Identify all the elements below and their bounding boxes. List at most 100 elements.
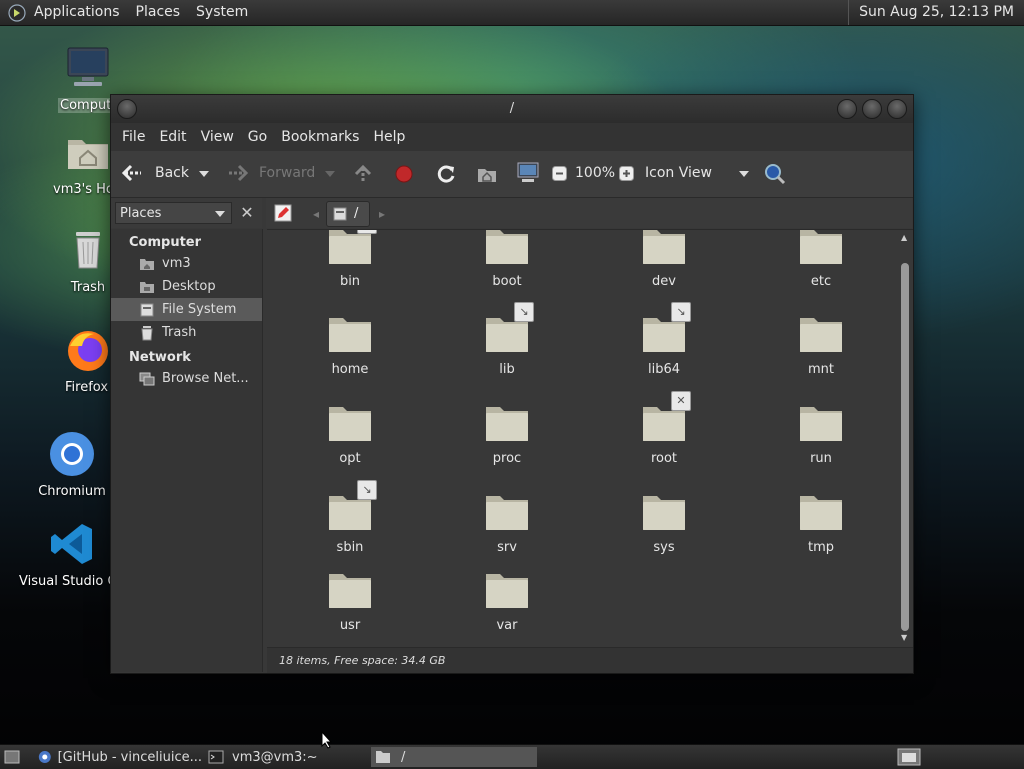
sidebar-type-label: Places [120,206,162,221]
network-icon [139,372,155,385]
folder-icon: ↘ [641,302,691,354]
close-icon: ✕ [240,203,254,222]
firefox-icon [68,331,108,371]
folder-label: run [810,451,832,466]
sidebar-item-file-system[interactable]: File System [111,298,262,321]
close-sidebar-button[interactable]: ✕ [236,202,258,224]
folder-icon: ↘ [327,480,377,532]
places-menu[interactable]: Places [128,0,189,25]
zoom-out-icon[interactable] [552,166,567,181]
up-arrow-icon[interactable] [353,164,373,184]
desktop-icon-label: Visual Studio Code [19,574,111,589]
menu-file[interactable]: File [115,129,152,145]
forward-label: Forward [259,165,316,181]
folder-usr[interactable]: usr [280,572,420,633]
path-scroll-left-icon[interactable]: ◂ [313,207,319,221]
folder-run[interactable]: run [751,405,891,466]
reload-icon[interactable] [435,163,457,185]
show-desktop-icon[interactable] [4,749,20,765]
symlink-emblem-icon: ↘ [357,230,377,234]
filesystem-icon [140,303,154,316]
folder-lib64[interactable]: ↘ lib64 [594,302,734,377]
scroll-down-icon[interactable]: ▼ [901,633,907,642]
desktop-icon-label: Firefox [65,380,109,395]
folder-dev[interactable]: dev [594,230,734,289]
folder-var[interactable]: var [437,572,577,633]
sidebar-header: Places ✕ [111,198,262,228]
chromium-icon [50,432,94,476]
folder-label: lib [499,362,515,377]
scrollbar-thumb[interactable] [901,263,909,631]
window-titlebar[interactable]: / [111,95,913,123]
menu-edit[interactable]: Edit [152,129,193,145]
mouse-cursor-icon [321,731,333,749]
task-github-browser[interactable]: [GitHub - vinceliuice... [36,747,202,767]
icon-view[interactable]: ↘ bin boot dev etc home ↘ lib ↘ lib64 mnt opt proc ✕ r… [267,229,913,648]
folder-icon [327,316,373,354]
workspace-switcher-icon[interactable] [897,748,921,766]
symlink-emblem-icon: ↘ [357,480,377,500]
folder-home[interactable]: home [280,316,420,377]
folder-boot[interactable]: boot [437,230,577,289]
sidebar-type-select[interactable]: Places [115,202,232,224]
folder-label: boot [492,274,522,289]
system-menu[interactable]: System [188,0,256,25]
folder-icon [327,572,373,610]
sidebar-item-browse-network[interactable]: Browse Net... [111,367,262,390]
path-scroll-right-icon[interactable]: ▸ [379,207,385,221]
edit-location-icon[interactable] [274,204,292,222]
folder-proc[interactable]: proc [437,405,577,466]
task-label: [GitHub - vinceliuice... [57,749,202,765]
desktop-folder-icon [140,281,154,293]
sidebar-item-vm3[interactable]: vm3 [111,252,262,275]
folder-icon [376,751,390,763]
folder-bin[interactable]: ↘ bin [280,230,420,289]
sidebar-item-trash[interactable]: Trash [111,321,262,344]
back-history-dropdown[interactable] [199,171,209,177]
folder-mnt[interactable]: mnt [751,316,891,377]
maximize-button[interactable] [862,99,882,119]
task-terminal[interactable]: vm3@vm3:~ [206,747,366,767]
clock[interactable]: Sun Aug 25, 12:13 PM [848,0,1014,25]
minimize-button[interactable] [837,99,857,119]
back-button[interactable]: Back [121,163,189,183]
home-folder-icon [140,258,154,270]
forward-history-dropdown[interactable] [325,171,335,177]
folder-tmp[interactable]: tmp [751,494,891,555]
sidebar-item-desktop[interactable]: Desktop [111,275,262,298]
close-button[interactable] [887,99,907,119]
computer-toolbar-icon[interactable] [516,162,540,184]
folder-lib[interactable]: ↘ lib [437,302,577,377]
folder-icon [641,494,687,532]
search-icon[interactable] [763,162,787,186]
folder-label: root [650,451,678,466]
filesystem-icon [333,207,347,221]
folder-root[interactable]: ✕ root [594,391,734,466]
folder-srv[interactable]: srv [437,494,577,555]
vertical-scrollbar[interactable]: ▲ ▼ [901,233,909,645]
menu-view[interactable]: View [194,129,241,145]
symlink-emblem-icon: ↘ [514,302,534,322]
menu-go[interactable]: Go [241,129,274,145]
home-icon[interactable] [476,164,498,184]
menu-help[interactable]: Help [366,129,412,145]
sidebar-item-label: Browse Net... [162,371,249,386]
applications-menu-icon[interactable] [8,3,26,22]
folder-opt[interactable]: opt [280,405,420,466]
folder-etc[interactable]: etc [751,230,891,289]
folder-icon [641,230,687,266]
path-label: / [354,206,359,221]
scroll-up-icon[interactable]: ▲ [901,233,907,242]
terminal-icon [208,750,224,764]
folder-sbin[interactable]: ↘ sbin [280,480,420,555]
forward-button[interactable]: Forward [225,163,315,183]
folder-sys[interactable]: sys [594,494,734,555]
menu-bookmarks[interactable]: Bookmarks [274,129,366,145]
folder-label: srv [497,540,517,555]
stop-icon[interactable] [394,164,414,184]
applications-menu[interactable]: Applications [26,0,128,25]
task-file-manager[interactable]: / [371,747,537,767]
path-button-root[interactable]: / [326,201,370,227]
zoom-in-icon[interactable] [619,166,634,181]
view-mode-select[interactable]: Icon View [645,165,749,181]
